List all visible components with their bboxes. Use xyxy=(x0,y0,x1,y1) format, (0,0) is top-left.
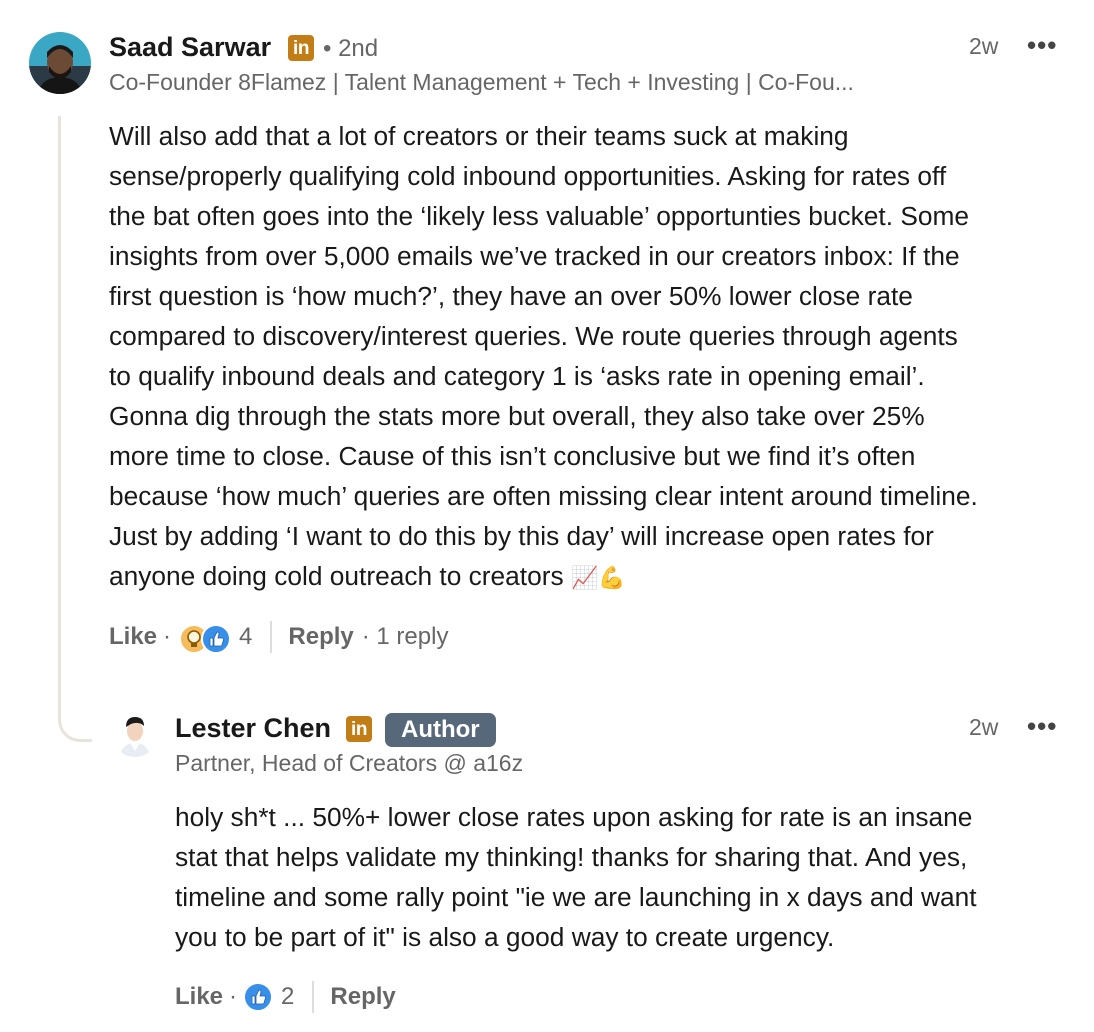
action-divider xyxy=(312,981,315,1013)
lester-avatar-image xyxy=(112,711,158,757)
reply-actions: Like · 2 Reply xyxy=(175,977,396,1017)
comment-timestamp: 2w xyxy=(969,33,999,59)
chart-and-muscle-emoji: 📈💪 xyxy=(570,565,626,590)
author-badge: Author xyxy=(385,713,496,747)
comment-body: Will also add that a lot of creators or … xyxy=(109,116,1089,598)
reply-author-headline[interactable]: Partner, Head of Creators @ a16z xyxy=(175,750,523,777)
comment-author-name[interactable]: Saad Sarwar xyxy=(109,32,271,63)
like-button[interactable]: Like xyxy=(109,623,157,651)
reply-body: holy sh*t ... 50%+ lower close rates upo… xyxy=(175,802,977,952)
like-icon[interactable] xyxy=(243,982,274,1012)
saad-avatar-image xyxy=(29,32,91,94)
thread-line xyxy=(58,116,92,742)
like-button[interactable]: Like xyxy=(175,983,223,1011)
reply-more-options-icon[interactable]: ••• xyxy=(1027,711,1057,742)
reply-author-name[interactable]: Lester Chen xyxy=(175,713,331,744)
comment-actions: Like · 4 Reply · 1 reply xyxy=(109,617,448,657)
reply-timestamp: 2w xyxy=(969,714,999,740)
separator-dot: · xyxy=(229,983,238,1010)
comment-author-headline[interactable]: Co-Founder 8Flamez | Talent Management +… xyxy=(109,69,854,96)
separator-dot: · xyxy=(163,623,172,650)
like-icon xyxy=(201,624,232,654)
replies-count-link[interactable]: · 1 reply xyxy=(362,623,449,651)
reactions[interactable] xyxy=(177,622,232,654)
reply-button[interactable]: Reply xyxy=(330,983,395,1011)
reaction-count[interactable]: 2 xyxy=(281,983,294,1011)
linkedin-icon: in xyxy=(288,35,314,61)
comment-body-text: Will also add that a lot of creators or … xyxy=(109,121,978,591)
connection-degree: • 2nd xyxy=(323,35,379,62)
linkedin-icon: in xyxy=(346,716,372,742)
reply-button[interactable]: Reply xyxy=(288,623,353,651)
avatar[interactable] xyxy=(112,711,158,757)
avatar[interactable] xyxy=(29,32,91,94)
action-divider xyxy=(270,621,273,653)
reaction-count[interactable]: 4 xyxy=(239,623,252,651)
comment-more-options-icon[interactable]: ••• xyxy=(1027,30,1057,61)
